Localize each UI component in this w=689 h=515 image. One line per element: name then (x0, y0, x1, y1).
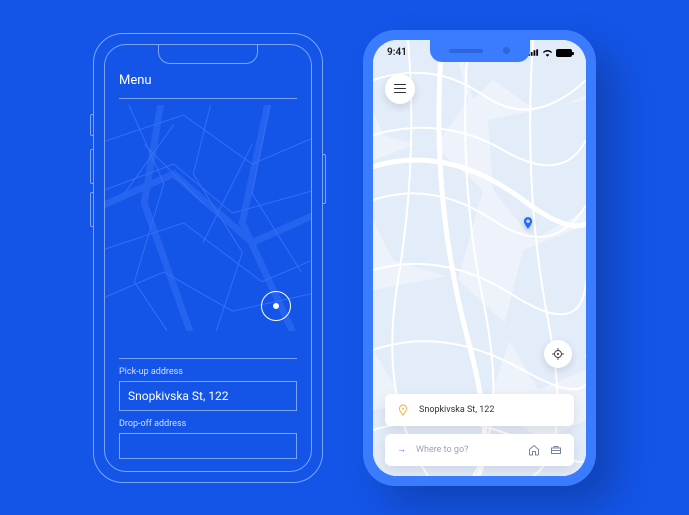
dropoff-input[interactable] (119, 433, 297, 459)
wifi-icon (542, 49, 553, 57)
volume-up-button (90, 149, 93, 184)
pin-outline-icon (397, 404, 409, 416)
location-pin-icon (521, 215, 535, 229)
dropoff-label: Drop-off address (119, 419, 297, 429)
crosshair-icon (551, 347, 565, 361)
signal-icon (528, 49, 539, 57)
side-button (90, 114, 93, 136)
locate-button[interactable] (261, 291, 291, 321)
volume-down-button (90, 192, 93, 227)
home-icon[interactable] (528, 444, 540, 456)
arrow-right-icon: → (397, 444, 406, 455)
notch (430, 40, 530, 62)
status-time: 9:41 (387, 47, 407, 58)
battery-icon (556, 49, 572, 57)
pickup-card[interactable]: Snopkivska St, 122 (385, 394, 574, 426)
menu-button[interactable] (385, 74, 415, 104)
locate-button[interactable] (544, 340, 572, 368)
hifi-phone: 9:41 (363, 30, 596, 486)
notch (158, 44, 258, 64)
wireframe-phone: Menu (93, 33, 323, 483)
pickup-label: Pick-up address (119, 367, 297, 377)
destination-card[interactable]: → Where to go? (385, 434, 574, 466)
power-button (323, 154, 326, 204)
pickup-value: Snopkivska St, 122 (419, 405, 562, 415)
pickup-input[interactable]: Snopkivska St, 122 (119, 381, 297, 411)
briefcase-icon[interactable] (550, 444, 562, 456)
destination-placeholder: Where to go? (416, 445, 518, 455)
